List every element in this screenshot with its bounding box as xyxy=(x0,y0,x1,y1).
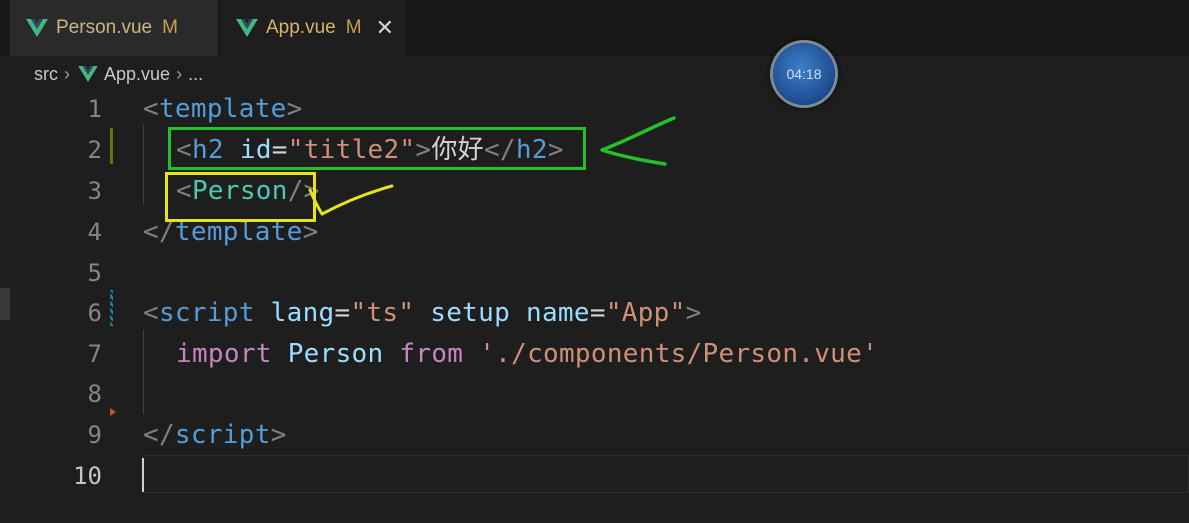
tab-app-vue[interactable]: App.vue M ✕ xyxy=(220,0,405,56)
tab-label: App.vue xyxy=(266,17,336,38)
close-icon[interactable]: ✕ xyxy=(376,15,394,41)
breadcrumb-more[interactable]: ... xyxy=(188,64,203,85)
token: from xyxy=(399,339,464,369)
token: < xyxy=(143,298,159,328)
token: lang xyxy=(270,298,335,328)
vue-logo-icon xyxy=(236,19,258,37)
token: > xyxy=(286,94,303,124)
token: script xyxy=(158,298,255,328)
token: script xyxy=(174,420,271,450)
line-number: 9 xyxy=(87,421,102,449)
token: > xyxy=(685,298,702,328)
token: "ts" xyxy=(350,298,415,328)
token: = xyxy=(334,298,351,328)
code-line: 5 xyxy=(0,253,1189,293)
token: './components/Person.vue' xyxy=(479,339,879,369)
code-line: 8 xyxy=(0,374,1189,414)
breadcrumb: src › App.vue › ... xyxy=(0,56,1189,92)
line-number: 8 xyxy=(87,380,102,408)
token: = xyxy=(589,298,606,328)
tab-label: Person.vue xyxy=(56,17,153,38)
line-number: 2 xyxy=(87,136,102,164)
code-line: 1 <template> xyxy=(0,89,1189,129)
breadcrumb-folder[interactable]: src xyxy=(34,64,58,85)
tab-bar: Person.vue M App.vue M ✕ xyxy=(0,0,1189,56)
token: </ xyxy=(143,420,175,450)
line-number: 3 xyxy=(87,177,102,205)
line-number: 1 xyxy=(87,95,102,123)
text-cursor xyxy=(142,458,144,492)
modified-indicator: M xyxy=(162,17,178,38)
current-line-highlight xyxy=(142,455,1189,493)
token: < xyxy=(143,94,159,124)
yellow-highlight-box xyxy=(165,172,316,222)
chevron-right-icon: › xyxy=(176,63,183,84)
line-number: 5 xyxy=(87,259,102,287)
token: setup xyxy=(430,298,511,328)
token: name xyxy=(526,298,590,328)
line-number: 7 xyxy=(87,340,102,368)
tab-person-vue[interactable]: Person.vue M xyxy=(10,0,218,56)
green-highlight-box xyxy=(168,127,586,170)
line-number: 4 xyxy=(87,218,102,246)
token: > xyxy=(270,420,287,450)
token: template xyxy=(158,94,287,124)
code-line: 7 import Person from './components/Perso… xyxy=(0,334,1189,374)
breadcrumb-file[interactable]: App.vue xyxy=(104,64,170,85)
vue-logo-icon xyxy=(26,19,48,37)
line-number: 6 xyxy=(87,299,102,327)
code-line: 9 </script> xyxy=(0,415,1189,455)
token: Person xyxy=(287,339,384,369)
vue-logo-icon xyxy=(78,66,98,82)
line-number: 10 xyxy=(73,462,102,490)
chevron-right-icon: › xyxy=(64,63,70,84)
token: import xyxy=(176,339,272,369)
code-line: 6 <script lang="ts" setup name="App"> xyxy=(0,293,1189,333)
token: "App" xyxy=(605,298,686,328)
timer-text: 04:18 xyxy=(786,66,822,82)
modified-indicator: M xyxy=(345,17,362,38)
